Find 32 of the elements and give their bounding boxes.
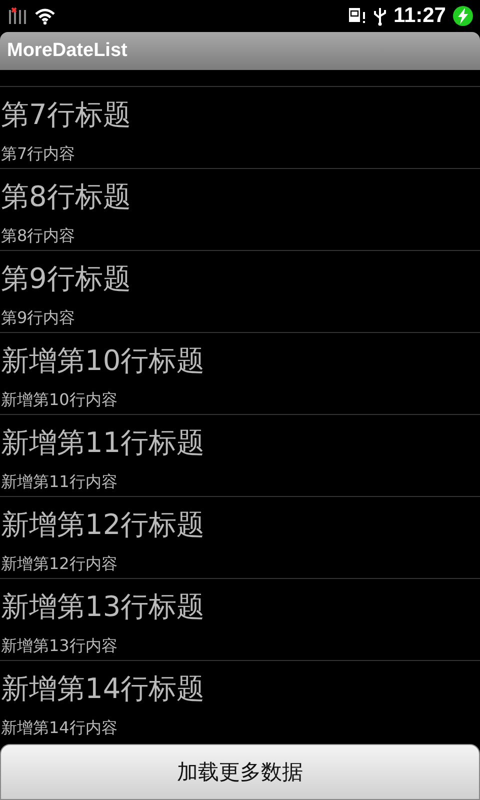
- list-item[interactable]: 第8行标题 第8行内容: [0, 169, 480, 251]
- status-time: 11:27: [393, 4, 446, 28]
- row-content: 第9行内容: [1, 307, 76, 329]
- row-content: 第7行内容: [1, 143, 76, 165]
- row-content: 新增第13行内容: [1, 635, 118, 657]
- row-title: 新增第13行标题: [1, 589, 206, 625]
- row-content: 新增第10行内容: [1, 389, 118, 411]
- row-title: 新增第12行标题: [1, 507, 206, 543]
- row-title: 第8行标题: [1, 179, 132, 215]
- list-item[interactable]: 新增第13行标题 新增第13行内容: [0, 579, 480, 661]
- sd-card-icon: [347, 6, 368, 26]
- list-item[interactable]: 第9行标题 第9行内容: [0, 251, 480, 333]
- row-content: 第8行内容: [1, 225, 76, 247]
- row-content: 新增第14行内容: [1, 717, 118, 739]
- list-item[interactable]: 第7行标题 第7行内容: [0, 87, 480, 169]
- list-item[interactable]: 新增第10行标题 新增第10行内容: [0, 333, 480, 415]
- row-content: 新增第11行内容: [1, 471, 118, 493]
- row-title: 新增第11行标题: [1, 425, 206, 461]
- row-title: 第7行标题: [1, 97, 132, 133]
- battery-charging-icon: [452, 5, 474, 27]
- app-title: MoreDateList: [7, 40, 128, 62]
- list-item[interactable]: 新增第11行标题 新增第11行内容: [0, 415, 480, 497]
- list-item[interactable]: 新增第14行标题 新增第14行内容: [0, 661, 480, 742]
- row-content: 新增第12行内容: [1, 553, 118, 575]
- row-title: 新增第10行标题: [1, 343, 206, 379]
- row-title: 新增第14行标题: [1, 671, 206, 707]
- row-title: 第9行标题: [1, 261, 132, 297]
- list-item[interactable]: 新增第12行标题 新增第12行内容: [0, 497, 480, 579]
- signal-icon: [6, 6, 28, 26]
- load-more-button[interactable]: 加载更多数据: [0, 744, 480, 800]
- wifi-icon: [34, 7, 56, 25]
- usb-icon: [373, 6, 388, 26]
